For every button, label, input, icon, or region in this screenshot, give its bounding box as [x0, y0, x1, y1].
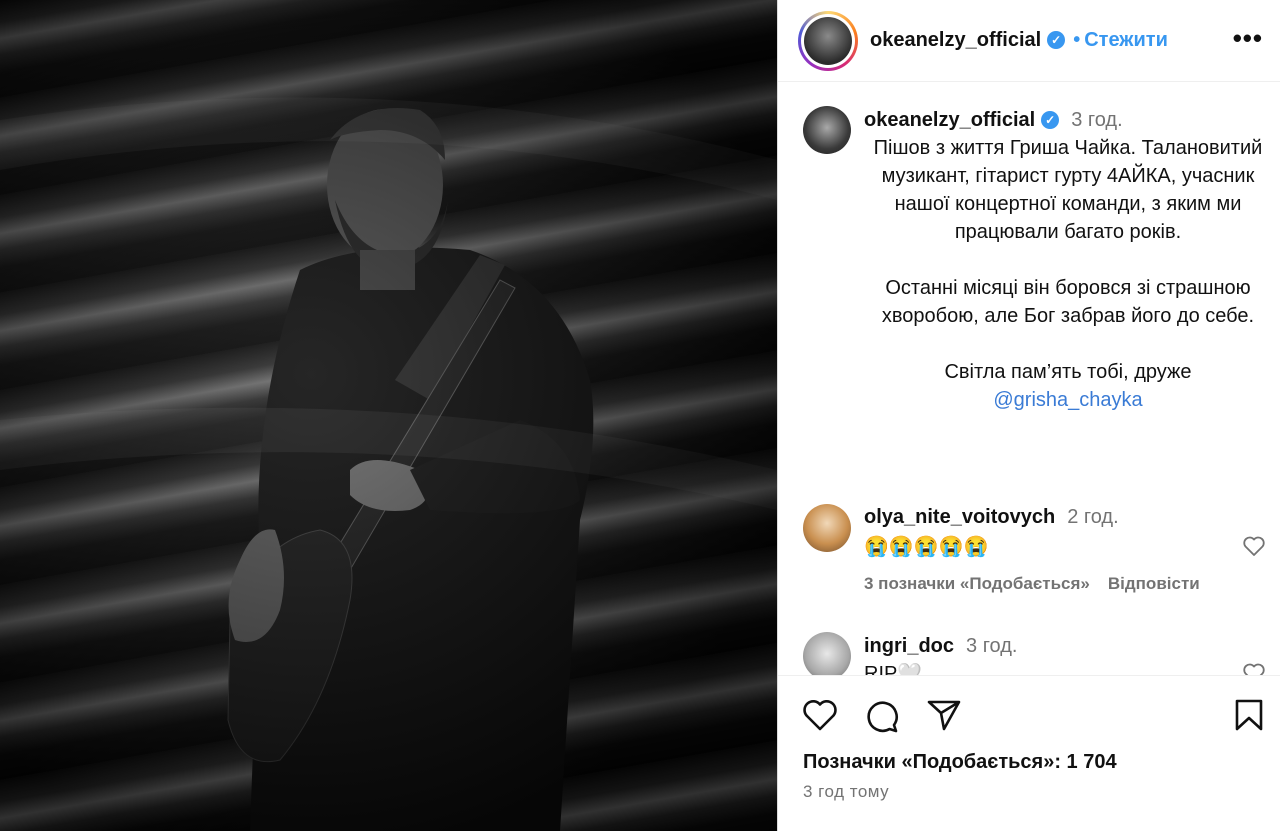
caption-paragraph: Останні місяці він боровся зі страшною х…	[881, 277, 1255, 327]
more-options-icon[interactable]: •••	[1233, 25, 1263, 51]
comment-time: 3 год.	[966, 635, 1018, 657]
comment-username[interactable]: ingri_doc	[864, 635, 954, 657]
comment-actions: 3 позначки «Подобається» Відповісти	[864, 574, 1218, 594]
mention-link[interactable]: @grisha_chayka	[993, 389, 1142, 411]
bookmark-icon[interactable]	[1234, 698, 1264, 732]
comment-likes-link[interactable]: 3 позначки «Подобається»	[864, 574, 1090, 593]
comment-avatar[interactable]	[803, 632, 851, 680]
caption-paragraph: Світла пам’ять тобі, друже	[944, 361, 1192, 383]
guitarist-illustration	[0, 97, 777, 831]
comment-avatar[interactable]	[803, 504, 851, 552]
likes-count[interactable]: Позначки «Подобається»: 1 704	[803, 751, 1117, 774]
caption-time: 3 год.	[1071, 109, 1123, 131]
post-photo[interactable]	[0, 0, 777, 831]
header-username[interactable]: okeanelzy_official	[870, 29, 1041, 51]
author-avatar-story-ring[interactable]	[798, 11, 858, 71]
follow-button[interactable]: Стежити	[1084, 29, 1168, 51]
reply-button[interactable]: Відповісти	[1108, 574, 1200, 593]
verified-badge-icon: ✓	[1047, 31, 1066, 49]
post-details-panel: okeanelzy_official ✓ • Стежити ••• okeanelz…	[777, 0, 1280, 831]
separator-dot: •	[1073, 29, 1081, 51]
comment-icon[interactable]	[864, 698, 900, 734]
post-time: 3 год тому	[803, 782, 890, 801]
comment-author: olya_nite_voitovych 2 год.	[864, 506, 1119, 529]
comment-author: ingri_doc 3 год.	[864, 635, 1017, 658]
comment-text: 😭😭😭😭😭	[864, 536, 989, 558]
verified-badge-icon: ✓	[1041, 111, 1060, 129]
like-heart-icon[interactable]	[802, 698, 838, 732]
comment-like-heart-icon[interactable]	[1242, 535, 1266, 557]
caption-author-avatar[interactable]	[803, 106, 851, 154]
post-action-bar: Позначки «Подобається»: 1 704 3 год тому	[778, 675, 1280, 831]
author-avatar	[804, 17, 852, 65]
caption-username[interactable]: okeanelzy_official	[864, 109, 1035, 131]
comment-username[interactable]: olya_nite_voitovych	[864, 506, 1055, 528]
caption-author: okeanelzy_official ✓ 3 год.	[864, 109, 1123, 132]
post-header: okeanelzy_official ✓ • Стежити •••	[778, 0, 1280, 82]
caption-paragraph: Пішов з життя Гриша Чайка. Талановитий м…	[873, 137, 1263, 243]
comment-time: 2 год.	[1067, 506, 1119, 528]
caption-text: Пішов з життя Гриша Чайка. Талановитий м…	[864, 134, 1272, 414]
header-author: okeanelzy_official ✓ • Стежити	[870, 29, 1168, 52]
share-send-icon[interactable]	[926, 698, 962, 732]
